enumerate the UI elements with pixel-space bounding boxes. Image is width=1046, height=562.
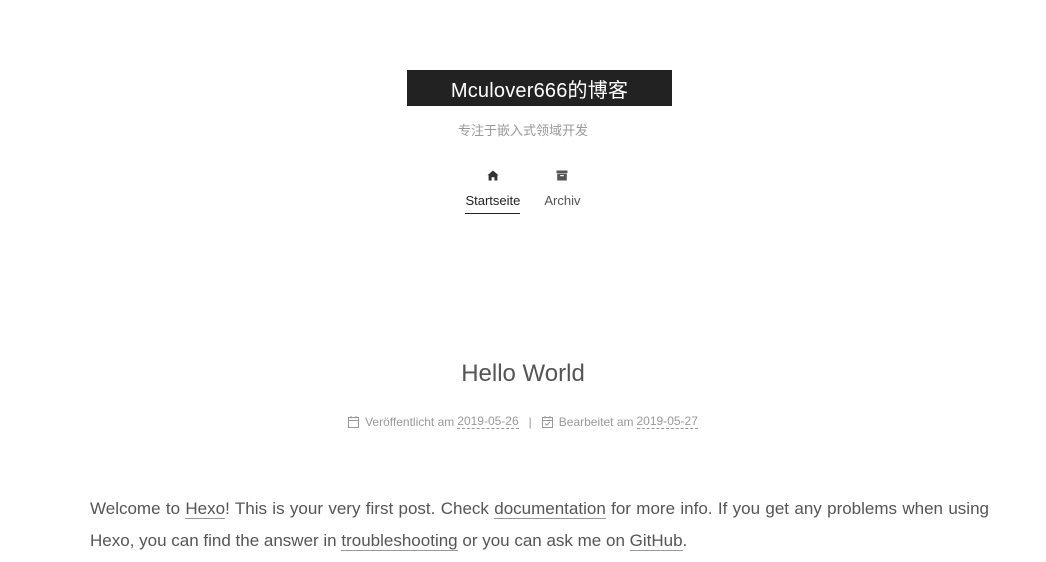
calendar-check-icon (541, 415, 553, 428)
main-nav: Startseite Archiv (0, 166, 1046, 214)
site-subtitle: 专注于嵌入式领域开发 (457, 123, 588, 138)
published-label: Veröffentlicht am (365, 414, 455, 429)
nav-item-label: Archiv (544, 193, 581, 208)
body-text: or you can ask me on (457, 531, 630, 550)
site-title[interactable]: Mculover666的博客 (407, 70, 672, 106)
edited-meta: Bearbeitet am 2019-05-27 (541, 414, 698, 429)
nav-item-archiv[interactable]: Archiv (544, 166, 581, 214)
nav-item-label: Startseite (465, 193, 521, 214)
body-text: Welcome to (90, 499, 186, 518)
published-meta: Veröffentlicht am 2019-05-26 (348, 414, 519, 429)
home-icon (487, 166, 499, 184)
body-text: ! This is your very first post. Check (225, 499, 495, 518)
published-date[interactable]: 2019-05-26 (457, 414, 519, 429)
post-body: Welcome to Hexo! This is your very first… (90, 493, 989, 557)
edited-date[interactable]: 2019-05-27 (636, 414, 698, 429)
post-meta: Veröffentlicht am 2019-05-26 | Bearbeite… (0, 414, 1046, 429)
page: Mculover666的博客 专注于嵌入式领域开发 Startseite Arc… (0, 0, 1046, 562)
troubleshooting-link[interactable]: troubleshooting (341, 531, 458, 551)
nav-item-startseite[interactable]: Startseite (465, 166, 521, 214)
documentation-link[interactable]: documentation (494, 499, 606, 519)
github-link[interactable]: GitHub (629, 531, 683, 551)
meta-divider: | (528, 414, 532, 429)
calendar-icon (348, 415, 360, 428)
edited-label: Bearbeitet am (558, 414, 634, 429)
hexo-link[interactable]: Hexo (185, 499, 226, 519)
archive-icon (556, 166, 568, 184)
site-title-text: Mculover666的博客 (450, 79, 629, 102)
post-title[interactable]: Hello World (0, 360, 1046, 388)
body-text: . (682, 531, 688, 550)
